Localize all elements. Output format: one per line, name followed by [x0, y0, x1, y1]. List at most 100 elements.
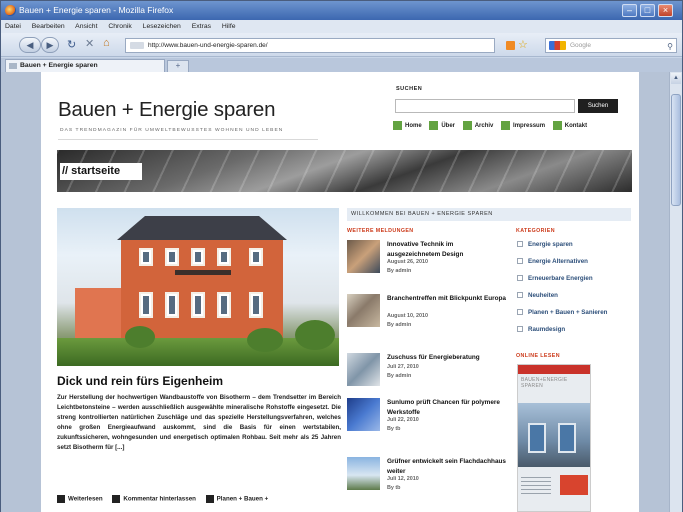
comment-icon: [112, 495, 121, 503]
banner-keyboard-image: [57, 150, 632, 192]
forward-button[interactable]: ▶: [41, 37, 59, 53]
scroll-up-arrow-icon[interactable]: ▲: [671, 73, 681, 84]
menu-chronik[interactable]: Chronik: [108, 23, 131, 30]
comment-link[interactable]: Kommentar hinterlassen: [112, 495, 196, 503]
featured-image[interactable]: [57, 208, 339, 366]
close-button[interactable]: ×: [658, 4, 673, 17]
news-date: Juli 27, 2010: [387, 364, 419, 370]
read-more-link[interactable]: Weiterlesen: [57, 495, 103, 503]
rss-icon[interactable]: [506, 41, 515, 50]
news-title[interactable]: Sunlumo prüft Chancen für polymere Werks…: [387, 398, 507, 417]
news-date: Juli 22, 2010: [387, 417, 419, 423]
news-author: By admin: [387, 268, 412, 274]
post-title[interactable]: Dick und rein fürs Eigenheim: [57, 374, 223, 388]
site-search-button[interactable]: Suchen: [578, 99, 618, 113]
google-icon: [549, 41, 566, 50]
category-label: Energie Alternativen: [528, 258, 588, 265]
news-item[interactable]: Zuschuss für Energieberatung Juli 27, 20…: [347, 353, 507, 389]
category-label: Planen + Bauen + Sanieren: [528, 309, 608, 316]
news-title[interactable]: Branchentreffen mit Blickpunkt Europa: [387, 294, 507, 304]
magazine-text-block: [521, 477, 551, 497]
info-nav-icon: [429, 121, 439, 130]
bullet-icon: [517, 241, 523, 248]
nav-impressum-label: Impressum: [513, 123, 546, 130]
minimize-button[interactable]: –: [622, 4, 637, 17]
category-link[interactable]: Planen + Bauen +: [205, 495, 269, 503]
top-navigation: Home Über Archiv Impressum Kontakt: [393, 121, 593, 130]
new-tab-button[interactable]: +: [167, 60, 189, 72]
category-label: Planen + Bauen +: [216, 495, 269, 503]
scrollbar-thumb[interactable]: [671, 94, 681, 206]
search-engine-placeholder: Google: [570, 42, 591, 49]
tab-bar: Bauen + Energie sparen +: [1, 58, 682, 72]
contact-nav-icon: [552, 121, 562, 130]
menu-ansicht[interactable]: Ansicht: [75, 23, 97, 30]
news-title[interactable]: Innovative Technik im ausgezeichnetem De…: [387, 240, 507, 259]
home-icon[interactable]: ⌂: [103, 37, 110, 49]
url-text: http://www.bauen-und-energie-sparen.de/: [148, 42, 268, 49]
news-title[interactable]: Grüfner entwickelt sein Flachdachhaus we…: [387, 457, 507, 476]
archive-nav-icon: [462, 121, 472, 130]
bullet-icon: [517, 292, 523, 299]
news-date: August 26, 2010: [387, 259, 429, 265]
site-title[interactable]: Bauen + Energie sparen: [58, 98, 275, 122]
news-title[interactable]: Zuschuss für Energieberatung: [387, 353, 507, 363]
news-thumbnail[interactable]: [347, 353, 380, 386]
maximize-button[interactable]: □: [640, 4, 655, 17]
menu-bar: Datei Bearbeiten Ansicht Chronik Lesezei…: [1, 20, 682, 33]
search-engine-box[interactable]: Google ⚲: [545, 38, 677, 53]
category-link[interactable]: Energie Alternativen: [517, 258, 588, 265]
menu-bearbeiten[interactable]: Bearbeiten: [32, 23, 65, 30]
search-icon[interactable]: ⚲: [667, 40, 673, 53]
nav-ueber-label: Über: [441, 123, 456, 130]
nav-ueber[interactable]: Über: [429, 121, 455, 130]
category-link[interactable]: Erneuerbare Energien: [517, 275, 593, 282]
post-excerpt: Zur Herstellung der hochwertigen Wandbau…: [57, 394, 341, 452]
news-thumbnail[interactable]: [347, 457, 380, 490]
comment-label: Kommentar hinterlassen: [123, 495, 196, 503]
news-item[interactable]: Sunlumo prüft Chancen für polymere Werks…: [347, 398, 507, 442]
category-label: Raumdesign: [528, 326, 566, 333]
tab-favicon: [9, 63, 17, 69]
read-more-label: Weiterlesen: [68, 495, 103, 503]
news-thumbnail[interactable]: [347, 294, 380, 327]
category-link[interactable]: Raumdesign: [517, 326, 565, 333]
magazine-cover[interactable]: BAUEN+ENERGIE SPAREN: [517, 364, 591, 512]
browser-window: Bauen + Energie sparen - Mozilla Firefox…: [0, 0, 683, 512]
address-bar[interactable]: http://www.bauen-und-energie-sparen.de/: [125, 38, 495, 53]
nav-impressum[interactable]: Impressum: [501, 121, 545, 130]
home-nav-icon: [393, 121, 402, 130]
nav-archiv-label: Archiv: [474, 123, 494, 130]
menu-extras[interactable]: Extras: [192, 23, 211, 30]
news-date: August 10, 2010: [387, 313, 429, 319]
stop-icon[interactable]: ✕: [85, 37, 94, 50]
news-thumbnail[interactable]: [347, 240, 380, 273]
nav-home[interactable]: Home: [393, 121, 422, 130]
house-roof: [117, 216, 287, 240]
category-link[interactable]: Energie sparen: [517, 241, 573, 248]
vertical-scrollbar[interactable]: ▲: [669, 72, 682, 512]
menu-lesezeichen[interactable]: Lesezeichen: [143, 23, 181, 30]
menu-hilfe[interactable]: Hilfe: [222, 23, 236, 30]
news-author: By tb: [387, 485, 401, 491]
welcome-bar: WILLKOMMEN BEI BAUEN + ENERGIE SPAREN: [347, 208, 631, 221]
house-balcony: [175, 270, 231, 275]
impressum-nav-icon: [501, 121, 511, 130]
nav-kontakt[interactable]: Kontakt: [552, 121, 588, 130]
news-item[interactable]: Branchentreffen mit Blickpunkt Europa Au…: [347, 294, 507, 338]
site-search-input[interactable]: [395, 99, 575, 113]
back-button[interactable]: ◀: [19, 37, 41, 53]
category-link[interactable]: Planen + Bauen + Sanieren: [517, 309, 607, 316]
nav-archiv[interactable]: Archiv: [462, 121, 494, 130]
nav-kontakt-label: Kontakt: [564, 123, 588, 130]
category-link[interactable]: Neuheiten: [517, 292, 558, 299]
news-item[interactable]: Innovative Technik im ausgezeichnetem De…: [347, 240, 507, 284]
window-title: Bauen + Energie sparen - Mozilla Firefox: [19, 5, 174, 15]
bookmark-star-icon[interactable]: ☆: [518, 38, 528, 51]
tab-active[interactable]: Bauen + Energie sparen: [5, 59, 165, 72]
menu-datei[interactable]: Datei: [5, 23, 21, 30]
news-thumbnail[interactable]: [347, 398, 380, 431]
reload-icon[interactable]: ↻: [67, 38, 76, 51]
site-tagline: DAS TRENDMAGAZIN FÜR UMWELTBEWUSSTES WOH…: [60, 128, 284, 133]
news-item[interactable]: Grüfner entwickelt sein Flachdachhaus we…: [347, 457, 507, 501]
